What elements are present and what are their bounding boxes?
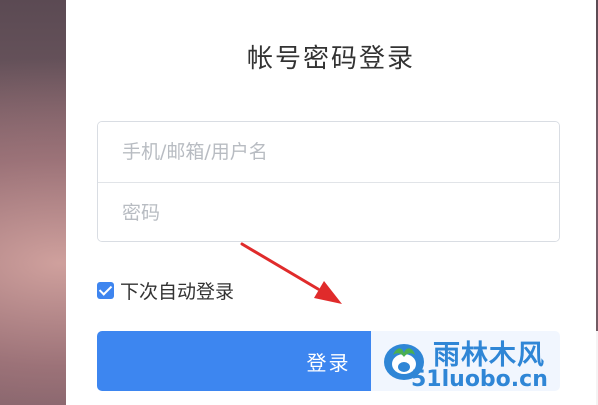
username-input[interactable] [98,122,559,182]
credentials-field-group [97,121,560,242]
auto-login-option[interactable]: 下次自动登录 [97,277,234,304]
auto-login-label: 下次自动登录 [120,281,235,303]
page-title: 帐号密码登录 [246,44,415,74]
watermark-logo: 雨林木风 51luobo.cn [371,331,598,405]
watermark-url: 51luobo.cn [411,367,548,392]
password-input[interactable] [98,183,559,241]
auto-login-checkbox[interactable] [97,282,114,299]
